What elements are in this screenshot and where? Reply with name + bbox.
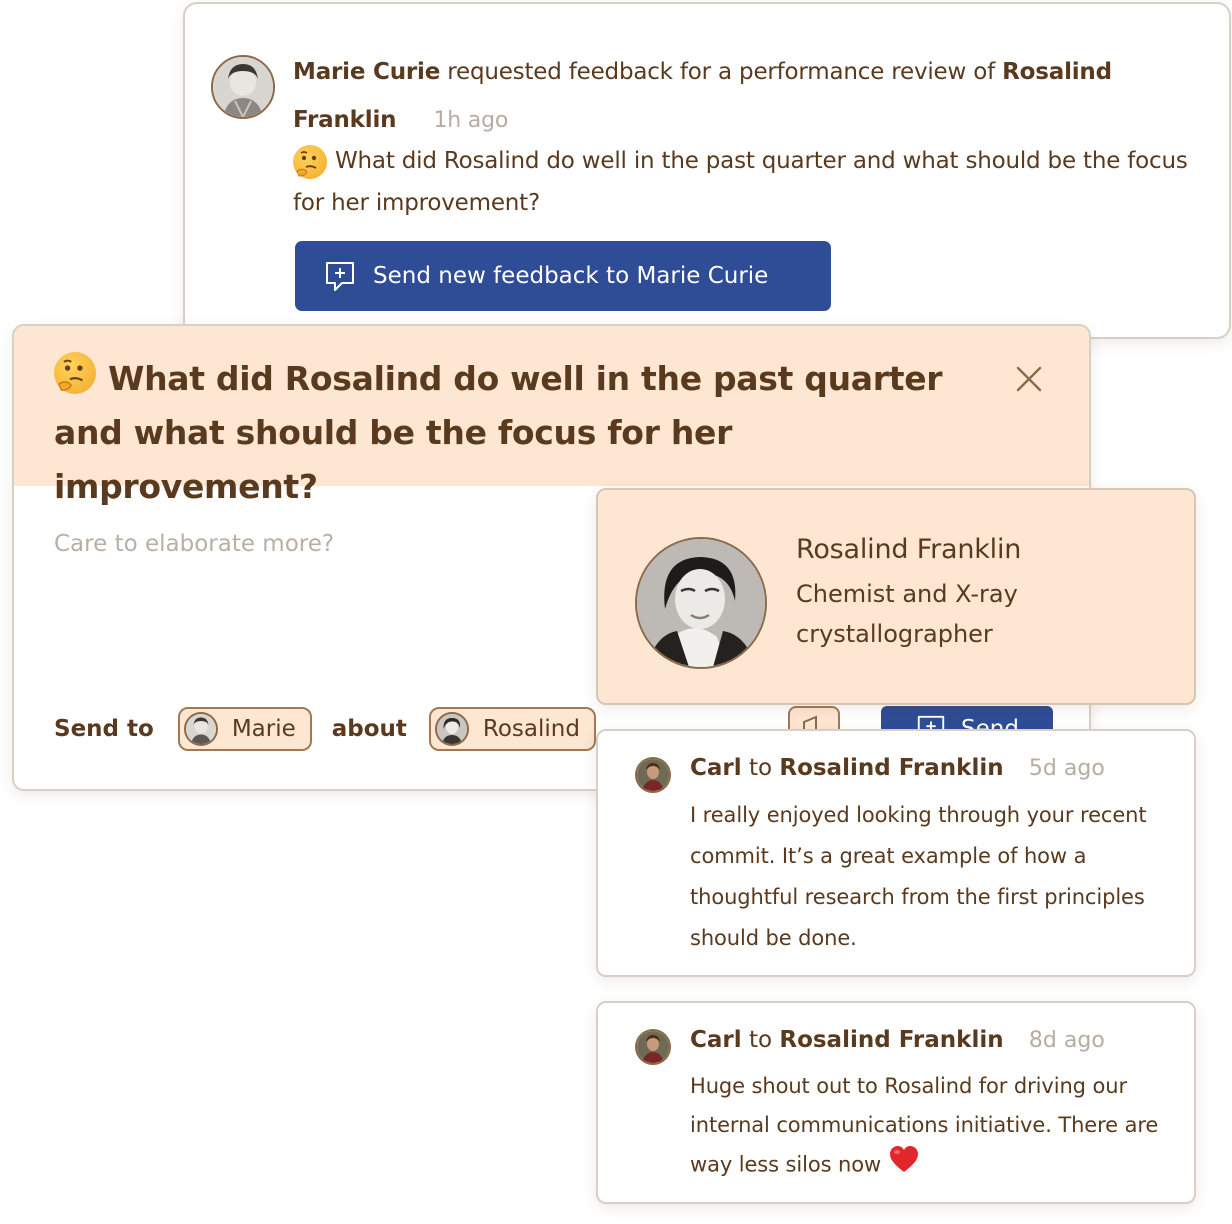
carl-avatar — [635, 757, 671, 793]
about-person-chip[interactable]: Rosalind — [428, 707, 596, 751]
send-to-row: Send to Marie about Rosalind — [54, 706, 596, 752]
feedback-recipient[interactable]: Rosalind Franklin — [779, 755, 1003, 781]
feedback-header: Carl to Rosalind Franklin 5d ago — [690, 755, 1105, 781]
carl-avatar — [635, 1029, 671, 1065]
feedback-timestamp: 8d ago — [1028, 1028, 1105, 1053]
send-to-label: Send to — [54, 716, 154, 742]
recipient-name: Marie — [231, 716, 296, 742]
send-new-feedback-label: Send new feedback to Marie Curie — [373, 263, 769, 289]
rosalind-franklin-avatar — [635, 537, 767, 669]
rosalind-avatar — [434, 712, 469, 746]
request-question-text: What did Rosalind do well in the past qu… — [293, 148, 1188, 216]
about-label: about — [331, 716, 407, 742]
request-summary: Marie Curie requested feedback for a per… — [293, 48, 1193, 145]
feedback-textarea[interactable] — [54, 531, 574, 557]
feedback-body: Huge shout out to Rosalind for driving o… — [690, 1067, 1170, 1186]
feedback-author[interactable]: Carl — [690, 1027, 742, 1053]
feedback-recipient[interactable]: Rosalind Franklin — [779, 1027, 1003, 1053]
feedback-to-word: to — [748, 1027, 773, 1053]
feedback-to-word: to — [748, 755, 773, 781]
marie-curie-avatar — [211, 55, 275, 119]
close-icon — [1016, 366, 1042, 392]
thinking-face-icon — [54, 352, 96, 394]
feedback-plus-icon — [326, 262, 354, 291]
requester-name[interactable]: Marie Curie — [293, 59, 440, 85]
compose-title-text: What did Rosalind do well in the past qu… — [54, 359, 943, 506]
about-person-name: Rosalind — [482, 716, 580, 742]
request-action-text: requested feedback for a performance rev… — [447, 59, 996, 85]
feedback-body-text: Huge shout out to Rosalind for driving o… — [690, 1074, 1159, 1177]
thinking-face-icon — [293, 144, 327, 179]
feedback-item: Carl to Rosalind Franklin 5d ago I reall… — [596, 729, 1196, 977]
profile-title: Chemist and X-ray crystallographer — [796, 580, 1018, 648]
profile-popover: Rosalind Franklin Chemist and X-ray crys… — [596, 488, 1196, 705]
feedback-author[interactable]: Carl — [690, 755, 742, 781]
feedback-request-card: Marie Curie requested feedback for a per… — [183, 2, 1231, 339]
request-timestamp: 1h ago — [433, 108, 509, 133]
request-question: What did Rosalind do well in the past qu… — [293, 140, 1198, 224]
recipient-chip[interactable]: Marie — [177, 707, 312, 751]
red-heart-icon — [889, 1145, 919, 1186]
send-new-feedback-button[interactable]: Send new feedback to Marie Curie — [295, 241, 831, 311]
close-button[interactable] — [1014, 364, 1044, 394]
feedback-item: Carl to Rosalind Franklin 8d ago Huge sh… — [596, 1001, 1196, 1204]
profile-name[interactable]: Rosalind Franklin — [796, 534, 1021, 565]
feedback-timestamp: 5d ago — [1028, 756, 1105, 781]
feedback-body: I really enjoyed looking through your re… — [690, 803, 1147, 950]
marie-avatar — [183, 712, 218, 746]
feedback-header: Carl to Rosalind Franklin 8d ago — [690, 1027, 1105, 1053]
